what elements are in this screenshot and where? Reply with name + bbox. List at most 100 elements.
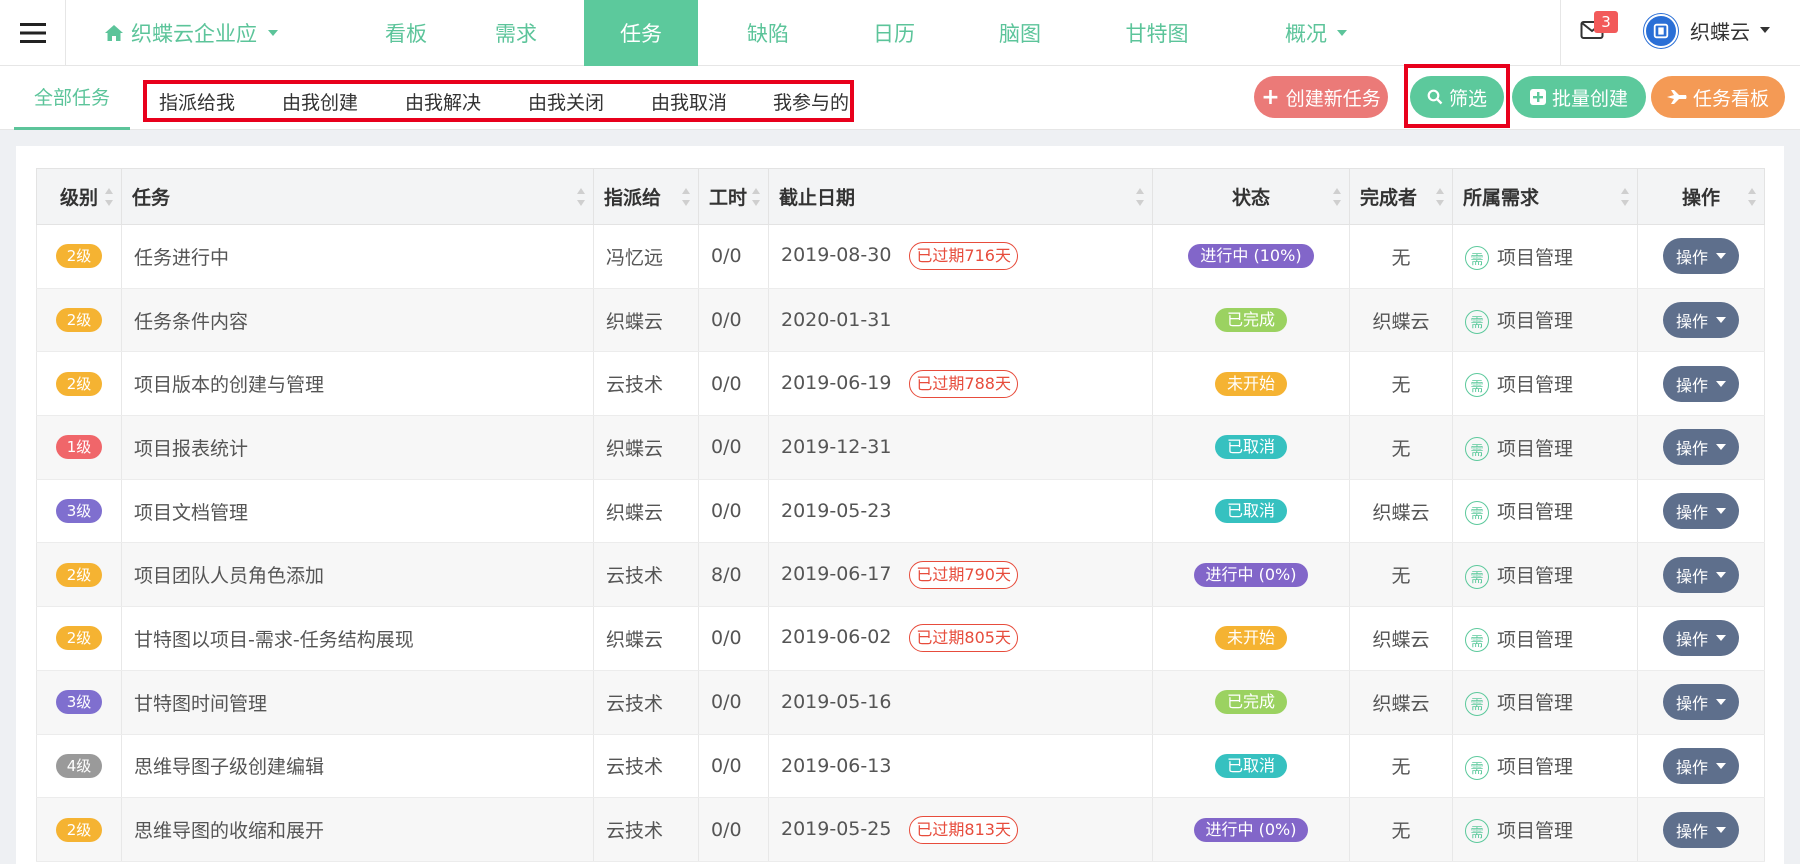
table-row[interactable]: 2级 任务条件内容 织蝶云 0/0 2020-01-31 已完成 织蝶云需项目管理 操作 <box>36 288 1765 353</box>
tab-all-tasks[interactable]: 全部任务 <box>14 66 130 130</box>
due-cell: 2019-12-31 <box>768 415 1153 480</box>
assignee: 云技术 <box>593 734 699 799</box>
tab-overview-label: 概况 <box>1285 22 1327 46</box>
requirement-icon: 需 <box>1465 691 1489 716</box>
task-board-button[interactable]: 任务看板 <box>1651 76 1785 118</box>
table-row[interactable]: 2级 思维导图的收缩和展开 云技术 0/0 2019-05-25 已过期813天 进行中 (… <box>36 797 1765 862</box>
chevron-down-icon <box>1760 27 1770 33</box>
actions-label: 操作 <box>1675 757 1708 777</box>
status-cell: 未开始 <box>1152 351 1350 417</box>
requirement-cell[interactable]: 需项目管理 <box>1452 797 1638 862</box>
menu-icon[interactable] <box>0 0 66 66</box>
tab-participated[interactable]: 我参与的 <box>773 84 849 118</box>
requirement-cell[interactable]: 需项目管理 <box>1452 734 1638 799</box>
tab-overview[interactable]: 概况 <box>1262 0 1370 66</box>
table-row[interactable]: 2级 项目版本的创建与管理 云技术 0/0 2019-06-19 已过期788天 未开始 无需… <box>36 351 1765 417</box>
actions-cell: 操作 <box>1637 734 1765 799</box>
app-switcher[interactable]: 织蝶云企业应 <box>104 0 278 66</box>
requirement-cell[interactable]: 需项目管理 <box>1452 288 1638 353</box>
col-level[interactable]: 级别 <box>36 168 122 225</box>
task-title[interactable]: 项目报表统计 <box>121 415 594 480</box>
col-status[interactable]: 状态 <box>1152 168 1350 225</box>
tab-created-by-me[interactable]: 由我创建 <box>282 84 358 118</box>
tab-assigned-to-me[interactable]: 指派给我 <box>159 84 235 118</box>
actions-dropdown-button[interactable]: 操作 <box>1663 429 1739 466</box>
col-assignee[interactable]: 指派给 <box>593 168 699 225</box>
due-date: 2019-08-30 <box>781 244 892 267</box>
actions-dropdown-button[interactable]: 操作 <box>1663 684 1739 721</box>
tab-cancelled-by-me[interactable]: 由我取消 <box>651 84 727 118</box>
chevron-down-icon <box>268 30 278 36</box>
task-title[interactable]: 思维导图子级创建编辑 <box>121 734 594 799</box>
tab-calendar[interactable]: 日历 <box>840 0 948 66</box>
logo-icon <box>1653 23 1669 39</box>
actions-dropdown-button[interactable]: 操作 <box>1663 556 1739 593</box>
tab-resolved-by-me[interactable]: 由我解决 <box>405 84 481 118</box>
col-finisher[interactable]: 完成者 <box>1349 168 1453 225</box>
task-title[interactable]: 甘特图以项目-需求-任务结构展现 <box>121 606 594 671</box>
requirement-cell[interactable]: 需项目管理 <box>1452 542 1638 608</box>
create-task-label: 创建新任务 <box>1285 87 1381 110</box>
tab-requirements[interactable]: 需求 <box>462 0 570 66</box>
due-cell: 2019-06-13 <box>768 734 1153 799</box>
col-due[interactable]: 截止日期 <box>768 168 1153 225</box>
col-requirement[interactable]: 所属需求 <box>1452 168 1638 225</box>
task-title[interactable]: 项目文档管理 <box>121 479 594 544</box>
avatar[interactable] <box>1644 14 1678 48</box>
table-row[interactable]: 2级 甘特图以项目-需求-任务结构展现 织蝶云 0/0 2019-06-02 已过期805… <box>36 606 1765 671</box>
requirement-cell[interactable]: 需项目管理 <box>1452 606 1638 671</box>
task-title[interactable]: 任务条件内容 <box>121 288 594 353</box>
tab-closed-by-me[interactable]: 由我关闭 <box>528 84 604 118</box>
actions-dropdown-button[interactable]: 操作 <box>1663 493 1739 530</box>
col-task[interactable]: 任务 <box>121 168 594 225</box>
actions-label: 操作 <box>1675 821 1708 841</box>
actions-dropdown-button[interactable]: 操作 <box>1663 747 1739 784</box>
sort-icon <box>682 188 690 206</box>
task-title[interactable]: 思维导图的收缩和展开 <box>121 797 594 862</box>
tab-gantt[interactable]: 甘特图 <box>1100 0 1214 66</box>
task-title[interactable]: 甘特图时间管理 <box>121 670 594 735</box>
tab-mindmap[interactable]: 脑图 <box>966 0 1074 66</box>
requirement-cell[interactable]: 需项目管理 <box>1452 415 1638 480</box>
actions-dropdown-button[interactable]: 操作 <box>1663 620 1739 657</box>
tab-tasks[interactable]: 任务 <box>584 0 698 66</box>
task-title[interactable]: 任务进行中 <box>121 224 594 289</box>
requirement-icon: 需 <box>1465 373 1489 398</box>
actions-cell: 操作 <box>1637 479 1765 544</box>
actions-dropdown-button[interactable]: 操作 <box>1663 811 1739 848</box>
table-row[interactable]: 3级 项目文档管理 织蝶云 0/0 2019-05-23 已取消 织蝶云需项目管理 操作 <box>36 479 1765 544</box>
actions-dropdown-button[interactable]: 操作 <box>1663 302 1739 339</box>
create-task-button[interactable]: + 创建新任务 <box>1254 76 1388 118</box>
col-hours[interactable]: 工时 <box>698 168 769 225</box>
hours: 0/0 <box>698 479 769 544</box>
table-row[interactable]: 1级 项目报表统计 织蝶云 0/0 2019-12-31 已取消 无需项目管理 操作 <box>36 415 1765 480</box>
actions-dropdown-button[interactable]: 操作 <box>1663 365 1739 402</box>
tab-bugs[interactable]: 缺陷 <box>714 0 822 66</box>
chevron-down-icon <box>1716 571 1726 578</box>
requirement-cell[interactable]: 需项目管理 <box>1452 479 1638 544</box>
level-cell: 4级 <box>36 734 122 799</box>
table-row[interactable]: 3级 甘特图时间管理 云技术 0/0 2019-05-16 已完成 织蝶云需项目管理 操作 <box>36 670 1765 735</box>
hours: 0/0 <box>698 288 769 353</box>
assignee: 织蝶云 <box>593 288 699 353</box>
task-title[interactable]: 项目版本的创建与管理 <box>121 351 594 417</box>
status-badge: 已取消 <box>1214 435 1287 460</box>
table-row[interactable]: 2级 任务进行中 冯忆远 0/0 2019-08-30 已过期716天 进行中 (10%) 无… <box>36 224 1765 289</box>
due-cell: 2019-08-30 已过期716天 <box>768 224 1153 289</box>
actions-dropdown-button[interactable]: 操作 <box>1663 238 1739 275</box>
requirement-cell[interactable]: 需项目管理 <box>1452 670 1638 735</box>
user-menu[interactable]: 织蝶云 <box>1690 0 1770 60</box>
requirement-icon: 需 <box>1465 309 1489 334</box>
table-row[interactable]: 4级 思维导图子级创建编辑 云技术 0/0 2019-06-13 已取消 无需项目管理 操作 <box>36 734 1765 799</box>
requirement-cell[interactable]: 需项目管理 <box>1452 224 1638 289</box>
sort-icon <box>1621 188 1629 206</box>
status-cell: 已取消 <box>1152 415 1350 480</box>
task-title[interactable]: 项目团队人员角色添加 <box>121 542 594 608</box>
tab-kanban[interactable]: 看板 <box>352 0 460 66</box>
table-row[interactable]: 2级 项目团队人员角色添加 云技术 8/0 2019-06-17 已过期790天 进行中 (… <box>36 542 1765 608</box>
assignee: 织蝶云 <box>593 479 699 544</box>
plus-icon: + <box>1261 84 1280 110</box>
home-icon <box>105 25 123 41</box>
batch-create-button[interactable]: 批量创建 <box>1512 76 1646 118</box>
requirement-cell[interactable]: 需项目管理 <box>1452 351 1638 417</box>
